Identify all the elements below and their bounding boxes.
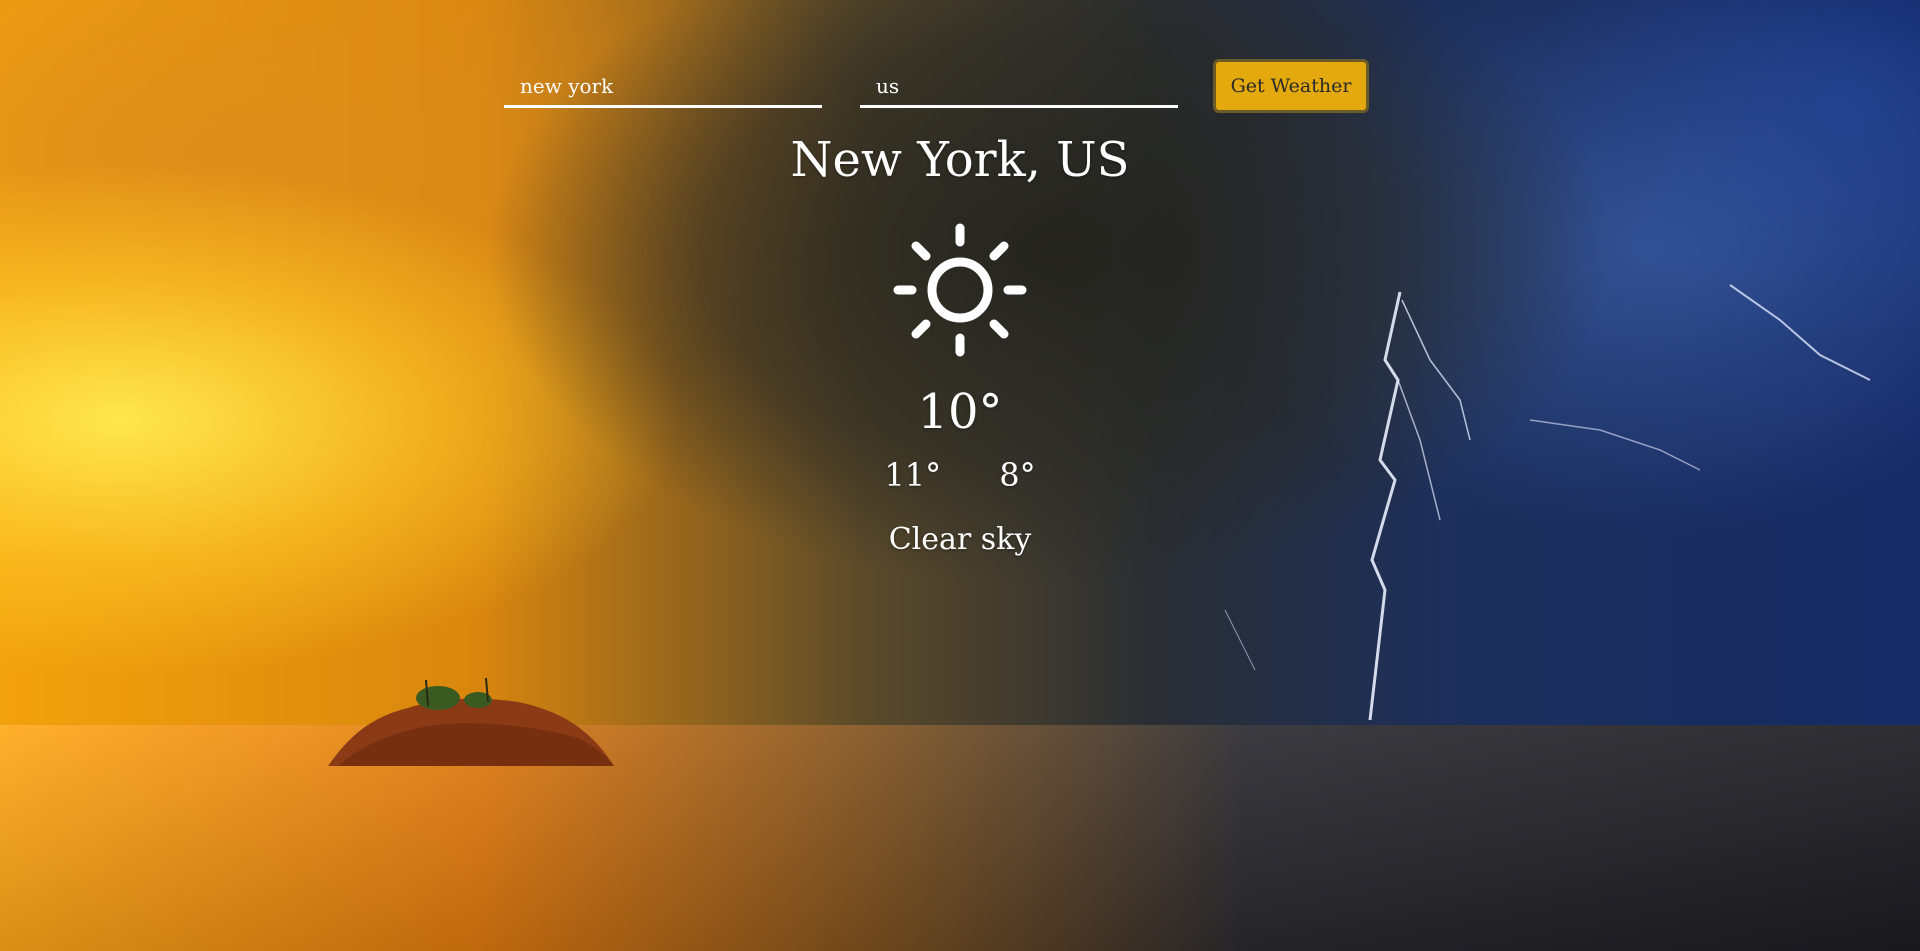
- search-bar: Get Weather: [504, 57, 1369, 113]
- max-temperature: 11°: [884, 456, 942, 494]
- country-input[interactable]: [860, 67, 1178, 105]
- background-scene: Get Weather New York, US 10° 11° 8° Clea…: [0, 0, 1920, 951]
- sun-icon: [893, 223, 1027, 357]
- weather-panel: New York, US 10° 11° 8° Clear sky: [660, 128, 1260, 560]
- location-title: New York, US: [790, 132, 1130, 188]
- current-temperature: 10°: [917, 384, 1003, 440]
- city-field: [504, 67, 822, 108]
- min-temperature: 8°: [999, 456, 1036, 494]
- get-weather-button[interactable]: Get Weather: [1213, 59, 1369, 113]
- min-max-temperature: 11° 8°: [660, 454, 1260, 496]
- weather-description: Clear sky: [888, 522, 1032, 557]
- island-image: [328, 678, 614, 766]
- country-field: [860, 67, 1178, 108]
- sea-shade: [0, 725, 1920, 951]
- city-input[interactable]: [504, 67, 822, 105]
